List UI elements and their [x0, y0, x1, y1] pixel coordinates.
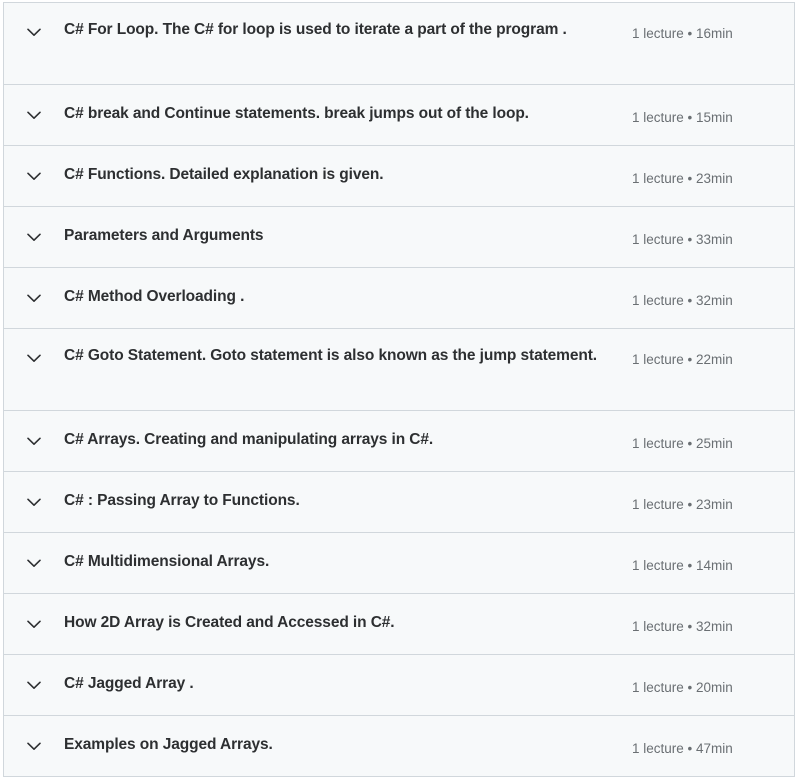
section-lecture-duration: 1 lecture • 16min	[632, 26, 733, 41]
curriculum-section-list: C# For Loop. The C# for loop is used to …	[3, 2, 795, 777]
chevron-down-icon	[27, 498, 41, 507]
section-title: C# For Loop. The C# for loop is used to …	[64, 21, 567, 38]
section-meta-cell: 1 lecture • 15min	[630, 85, 780, 127]
section-title-cell: Examples on Jagged Arrays.	[64, 716, 630, 774]
chevron-down-icon	[27, 233, 41, 242]
section-meta-cell: 1 lecture • 32min	[630, 594, 780, 636]
chevron-down-icon	[27, 620, 41, 629]
section-meta-cell: 1 lecture • 22min	[630, 329, 780, 369]
section-lecture-duration: 1 lecture • 32min	[632, 293, 733, 308]
curriculum-section-row[interactable]: C# For Loop. The C# for loop is used to …	[4, 3, 794, 85]
curriculum-section-row[interactable]: C# Functions. Detailed explanation is gi…	[4, 146, 794, 207]
section-title-cell: C# Multidimensional Arrays.	[64, 533, 630, 591]
curriculum-section-row[interactable]: C# Jagged Array . 1 lecture • 20min	[4, 655, 794, 716]
section-lecture-duration: 1 lecture • 33min	[632, 232, 733, 247]
section-title: C# Arrays. Creating and manipulating arr…	[64, 431, 434, 448]
section-toggle-button[interactable]	[4, 85, 64, 120]
section-toggle-button[interactable]	[4, 716, 64, 751]
section-title: How 2D Array is Created and Accessed in …	[64, 614, 395, 631]
chevron-down-icon	[27, 437, 41, 446]
section-meta-cell: 1 lecture • 14min	[630, 533, 780, 575]
chevron-down-icon	[27, 742, 41, 751]
chevron-down-icon	[27, 172, 41, 181]
chevron-down-icon	[27, 354, 41, 363]
section-meta-cell: 1 lecture • 23min	[630, 472, 780, 514]
curriculum-section-row[interactable]: C# Method Overloading . 1 lecture • 32min	[4, 268, 794, 329]
curriculum-section-row[interactable]: Examples on Jagged Arrays. 1 lecture • 47…	[4, 716, 794, 777]
curriculum-section-row[interactable]: Parameters and Arguments 1 lecture • 33mi…	[4, 207, 794, 268]
section-title-cell: C# Goto Statement. Goto statement is als…	[64, 329, 630, 381]
section-title: C# break and Continue statements. break …	[64, 105, 529, 122]
section-toggle-button[interactable]	[4, 146, 64, 181]
section-toggle-button[interactable]	[4, 655, 64, 690]
section-title-cell: C# Jagged Array .	[64, 655, 630, 713]
section-meta-cell: 1 lecture • 23min	[630, 146, 780, 188]
curriculum-section-row[interactable]: How 2D Array is Created and Accessed in …	[4, 594, 794, 655]
section-title: C# Functions. Detailed explanation is gi…	[64, 166, 384, 183]
section-lecture-duration: 1 lecture • 20min	[632, 680, 733, 695]
section-title: Examples on Jagged Arrays.	[64, 736, 273, 753]
section-title-cell: C# Functions. Detailed explanation is gi…	[64, 146, 630, 204]
section-meta-cell: 1 lecture • 25min	[630, 411, 780, 453]
curriculum-section-row[interactable]: C# : Passing Array to Functions. 1 lectur…	[4, 472, 794, 533]
curriculum-section-row[interactable]: C# break and Continue statements. break …	[4, 85, 794, 146]
section-meta-cell: 1 lecture • 47min	[630, 716, 780, 758]
chevron-down-icon	[27, 111, 41, 120]
section-lecture-duration: 1 lecture • 15min	[632, 110, 733, 125]
section-lecture-duration: 1 lecture • 25min	[632, 436, 733, 451]
chevron-down-icon	[27, 681, 41, 690]
section-title-cell: Parameters and Arguments	[64, 207, 630, 265]
curriculum-section-row[interactable]: C# Multidimensional Arrays. 1 lecture • 1…	[4, 533, 794, 594]
chevron-down-icon	[27, 28, 41, 37]
curriculum-section-row[interactable]: C# Goto Statement. Goto statement is als…	[4, 329, 794, 411]
section-toggle-button[interactable]	[4, 594, 64, 629]
section-title: C# : Passing Array to Functions.	[64, 492, 300, 509]
section-title-cell: C# For Loop. The C# for loop is used to …	[64, 3, 630, 55]
section-toggle-button[interactable]	[4, 268, 64, 303]
section-toggle-button[interactable]	[4, 207, 64, 242]
section-lecture-duration: 1 lecture • 32min	[632, 619, 733, 634]
section-lecture-duration: 1 lecture • 23min	[632, 497, 733, 512]
section-title: C# Jagged Array .	[64, 675, 194, 692]
chevron-down-icon	[27, 294, 41, 303]
section-title-cell: C# Method Overloading .	[64, 268, 630, 326]
section-meta-cell: 1 lecture • 16min	[630, 3, 780, 43]
curriculum-section-row[interactable]: C# Arrays. Creating and manipulating arr…	[4, 411, 794, 472]
section-meta-cell: 1 lecture • 33min	[630, 207, 780, 249]
section-toggle-button[interactable]	[4, 411, 64, 446]
section-title: Parameters and Arguments	[64, 227, 264, 244]
section-lecture-duration: 1 lecture • 23min	[632, 171, 733, 186]
section-toggle-button[interactable]	[4, 3, 64, 37]
section-toggle-button[interactable]	[4, 329, 64, 363]
section-title-cell: C# Arrays. Creating and manipulating arr…	[64, 411, 630, 469]
section-lecture-duration: 1 lecture • 22min	[632, 352, 733, 367]
section-meta-cell: 1 lecture • 32min	[630, 268, 780, 310]
chevron-down-icon	[27, 559, 41, 568]
section-meta-cell: 1 lecture • 20min	[630, 655, 780, 697]
section-toggle-button[interactable]	[4, 472, 64, 507]
section-title: C# Goto Statement. Goto statement is als…	[64, 347, 598, 364]
section-lecture-duration: 1 lecture • 47min	[632, 741, 733, 756]
section-lecture-duration: 1 lecture • 14min	[632, 558, 733, 573]
section-toggle-button[interactable]	[4, 533, 64, 568]
section-title-cell: How 2D Array is Created and Accessed in …	[64, 594, 630, 652]
section-title: C# Multidimensional Arrays.	[64, 553, 270, 570]
section-title-cell: C# break and Continue statements. break …	[64, 85, 630, 143]
section-title-cell: C# : Passing Array to Functions.	[64, 472, 630, 530]
section-title: C# Method Overloading .	[64, 288, 245, 305]
